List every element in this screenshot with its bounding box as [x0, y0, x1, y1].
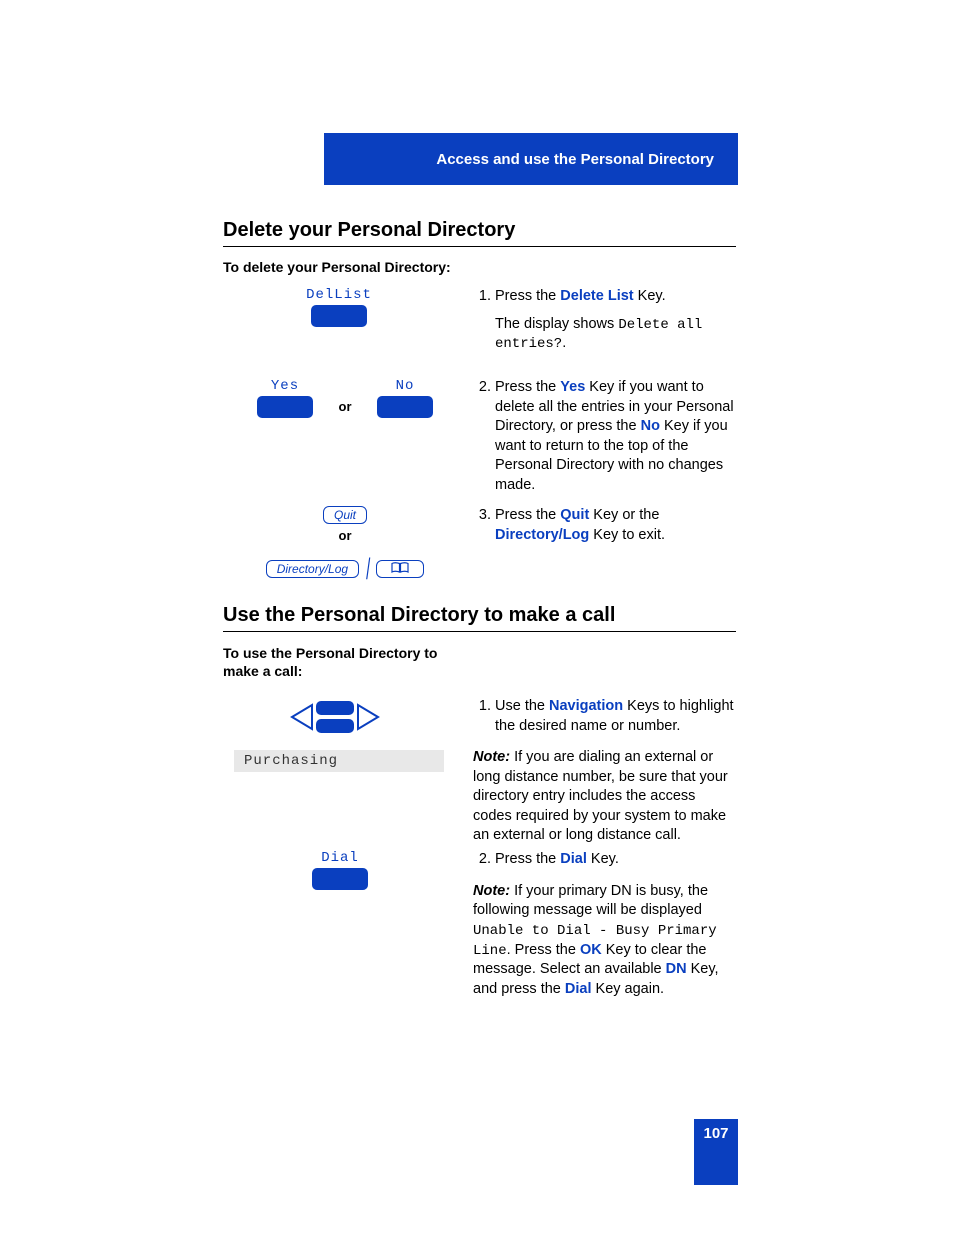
navigation-keys-icon: [290, 697, 380, 737]
quit-dirlog-group: Quit or Directory/Log /: [235, 506, 455, 581]
note1-label: Note:: [473, 749, 510, 765]
display-entry: Purchasing: [234, 750, 444, 772]
s1-step1: Press the Delete List Key. The display s…: [495, 287, 737, 354]
section1-steps: Press the Delete List Key. The display s…: [473, 287, 737, 366]
dellist-key-group: DelList: [284, 287, 394, 327]
section-heading-makecall: Use the Personal Directory to make a cal…: [223, 604, 736, 632]
s2-step2: Press the Dial Key.: [495, 850, 737, 870]
header-title: Access and use the Personal Directory: [436, 151, 714, 168]
s1-step2: Press the Yes Key if you want to delete …: [495, 378, 737, 495]
yes-no-key-group: Yes or No: [250, 378, 440, 418]
no-button-icon: [377, 396, 433, 418]
section1-step2: Press the Yes Key if you want to delete …: [473, 378, 737, 507]
section2-sub: To use the Personal Directory to make a …: [223, 644, 453, 680]
yes-button-icon: [257, 396, 313, 418]
s2-step1: Use the Navigation Keys to highlight the…: [495, 697, 737, 736]
section2-step2-block: Press the Dial Key. Note: If your primar…: [473, 850, 737, 1000]
dial-label: Dial: [300, 850, 380, 866]
quit-pill: Quit: [323, 506, 367, 524]
section-heading-delete: Delete your Personal Directory: [223, 219, 736, 247]
book-icon: [391, 562, 409, 573]
note1-body: If you are dialing an external or long d…: [473, 749, 728, 843]
dial-button-icon: [312, 868, 368, 890]
no-label: No: [370, 378, 440, 394]
note2-label: Note:: [473, 883, 510, 899]
dial-key-group: Dial: [300, 850, 380, 890]
dirlog-pill: Directory/Log: [266, 560, 359, 578]
slash-icon: /: [366, 553, 370, 587]
or-text-1: or: [339, 399, 352, 414]
section1-step3: Press the Quit Key or the Directory/Log …: [473, 506, 737, 557]
page-number: 107: [694, 1119, 738, 1185]
dellist-label: DelList: [284, 287, 394, 303]
book-pill: [376, 560, 424, 578]
dellist-button-icon: [311, 305, 367, 327]
header-bar: Access and use the Personal Directory: [324, 133, 738, 185]
or-text-2: or: [235, 528, 455, 543]
section2-step1-block: Use the Navigation Keys to highlight the…: [473, 697, 737, 846]
yes-label: Yes: [250, 378, 320, 394]
s1-step3: Press the Quit Key or the Directory/Log …: [495, 506, 737, 545]
section1-sub: To delete your Personal Directory:: [223, 258, 451, 276]
